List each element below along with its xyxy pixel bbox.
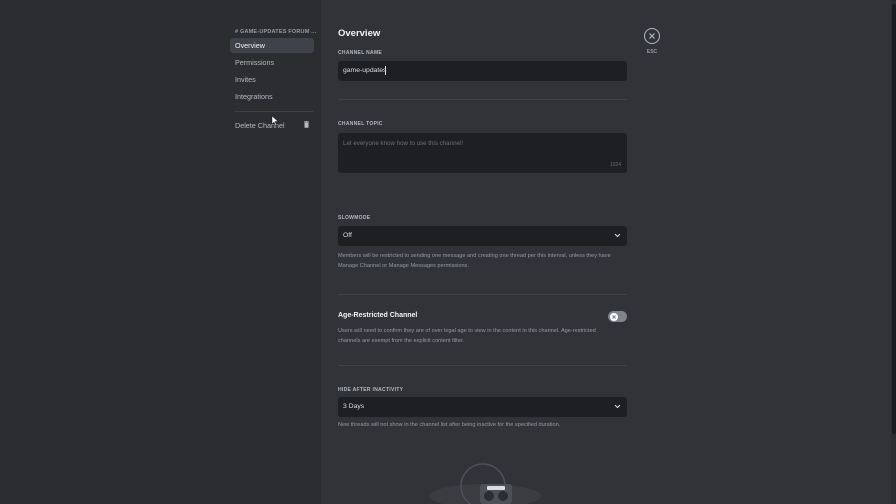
slowmode-description-line: Manage Channel or Manage Messages permis… — [338, 263, 469, 269]
age-restricted-toggle[interactable] — [608, 311, 627, 322]
slowmode-description-line: Members will be restricted to sending on… — [338, 253, 611, 259]
channel-name-label: CHANNEL NAME — [338, 50, 383, 56]
age-restricted-description-line: Users will need to confirm they are of o… — [338, 328, 596, 334]
age-restricted-description-line: channels are exempt from the explicit co… — [338, 338, 464, 344]
robot-illustration-icon — [429, 463, 541, 504]
age-restricted-description: Users will need to confirm they are of o… — [338, 326, 633, 346]
scrollbar-thumb[interactable] — [891, 4, 896, 434]
chevron-down-icon — [614, 404, 621, 409]
slowmode-value: Off — [343, 232, 352, 239]
esc-label: ESC — [646, 49, 658, 55]
hide-after-inactivity-description: New threads will not show in the channel… — [338, 422, 561, 428]
sidebar-item-invites[interactable]: Invites — [230, 72, 314, 87]
sidebar-item-permissions[interactable]: Permissions — [230, 55, 314, 70]
section-divider — [338, 365, 627, 366]
mouse-cursor-icon — [271, 116, 279, 126]
slowmode-label: SLOWMODE — [338, 215, 371, 221]
x-icon — [611, 314, 616, 319]
slowmode-select[interactable]: Off — [338, 226, 627, 246]
sidebar-item-label: Permissions — [235, 58, 275, 67]
chevron-down-icon — [614, 233, 621, 238]
close-button[interactable] — [644, 28, 660, 44]
scrollbar-track[interactable] — [891, 0, 896, 504]
toggle-knob — [609, 312, 618, 321]
channel-name-value: game-updates — [343, 67, 387, 74]
sidebar-item-label: Integrations — [235, 92, 273, 101]
section-divider — [338, 294, 627, 295]
slowmode-description: Members will be restricted to sending on… — [338, 251, 633, 271]
sidebar-divider — [235, 111, 313, 112]
character-counter: 1024 — [609, 162, 621, 168]
sidebar-item-label: Overview — [235, 41, 265, 50]
text-caret — [385, 66, 386, 75]
channel-topic-placeholder: Let everyone know how to use this channe… — [343, 140, 464, 147]
hide-after-inactivity-label: HIDE AFTER INACTIVITY — [338, 387, 404, 393]
sidebar-item-overview[interactable]: Overview — [230, 38, 314, 53]
sidebar-item-label: Invites — [235, 75, 256, 84]
hide-after-inactivity-value: 3 Days — [343, 403, 365, 410]
close-settings[interactable]: ESC — [644, 28, 660, 55]
sidebar-header: # GAME-UPDATES FORUM ... — [235, 29, 317, 35]
close-icon — [649, 33, 655, 39]
hide-after-inactivity-select[interactable]: 3 Days — [338, 397, 627, 417]
channel-topic-label: CHANNEL TOPIC — [338, 121, 383, 127]
channel-name-input[interactable]: game-updates — [338, 61, 627, 81]
channel-topic-input[interactable]: Let everyone know how to use this channe… — [338, 133, 627, 173]
age-restricted-title: Age-Restricted Channel — [338, 312, 418, 319]
page-title: Overview — [338, 28, 381, 39]
section-divider — [338, 99, 627, 100]
sidebar-item-integrations[interactable]: Integrations — [230, 89, 314, 104]
trash-icon — [304, 121, 309, 128]
